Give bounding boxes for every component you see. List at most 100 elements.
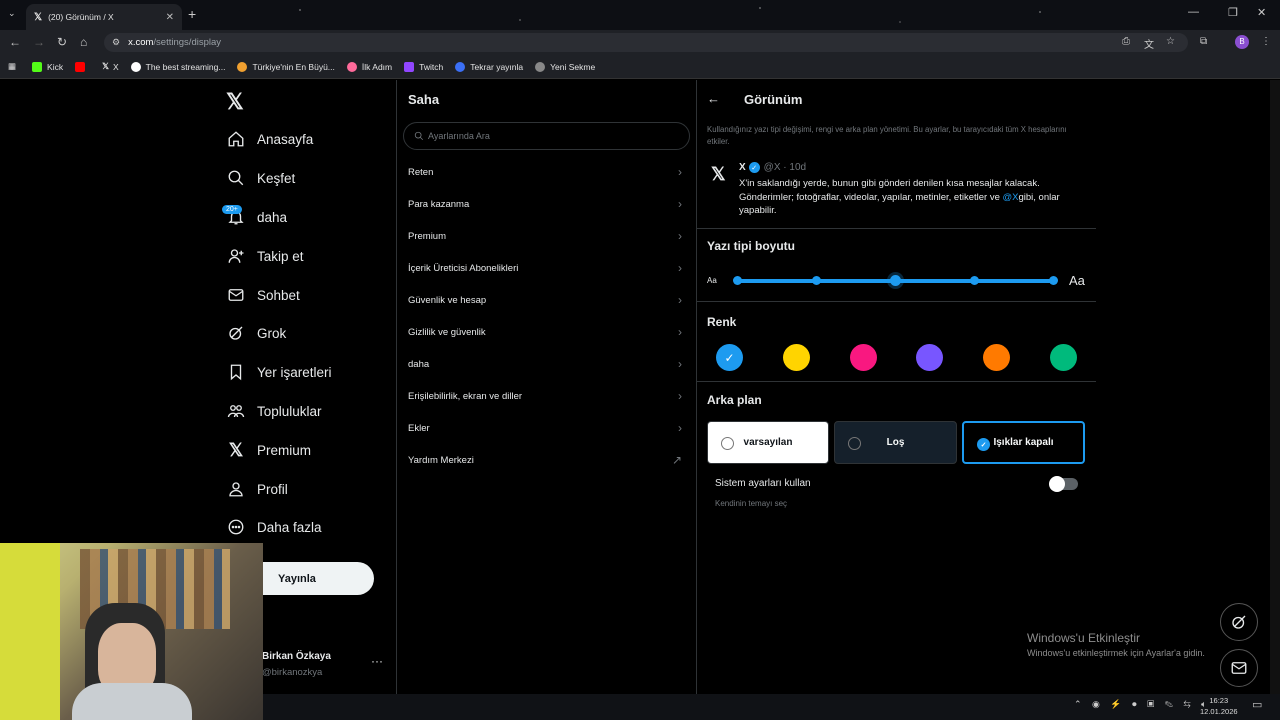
nav-explore[interactable]: Keşfet [226,163,295,193]
chevron-right-icon: › [678,261,682,275]
back-arrow-icon[interactable]: ← [707,91,720,106]
bookmark-item[interactable]: Tekrar yayınla [455,61,523,72]
settings-item[interactable]: Premium › [397,220,696,252]
notification-icon[interactable]: ▭ [1252,698,1262,711]
settings-item[interactable]: Gizlilik ve güvenlik › [397,316,696,348]
nav-label: Topluluklar [257,403,322,419]
nav-home[interactable]: Anasayfa [226,124,313,154]
scrollbar[interactable] [1270,80,1280,694]
color-swatch[interactable] [983,344,1011,371]
toggle-knob [1049,476,1065,492]
system-tray-icons[interactable]: ⌃ ◉ ⚡ ⏺ ▣ ✎ ⇆ 🔈︎ [1074,699,1211,710]
home-button-icon[interactable]: ⌂ [80,35,87,49]
back-icon[interactable]: ← [9,35,21,49]
account-menu-icon[interactable]: ··· [371,654,383,668]
extensions-icon[interactable]: ⧉ [1200,36,1207,47]
apps-grid-icon[interactable]: ▦ [8,61,16,72]
tab-search-chevron-icon[interactable]: ⌄ [8,8,16,19]
verified-icon: ✓ [748,162,760,173]
nav-chat[interactable]: Sohbet [226,280,300,310]
bg-option-dim[interactable]: Loş [834,421,957,464]
youtube-favicon-icon [75,61,86,72]
color-swatch[interactable]: ✓ [716,344,743,371]
nav-label: Grok [257,325,287,341]
maximize-icon[interactable]: ❐ [1228,6,1238,19]
settings-item[interactable]: İçerik Üreticisi Abonelikleri › [397,252,696,284]
settings-item[interactable]: Güvenlik ve hesap › [397,284,696,316]
settings-item[interactable]: Yardım Merkezi ↗ [397,444,696,476]
window-close-icon[interactable]: ✕ [1257,6,1266,19]
font-size-title: Yazı tipi boyutu [707,239,796,253]
bookmark-item[interactable] [75,61,90,72]
nav-follow[interactable]: Takip et [226,241,304,271]
webcam-shelf [0,543,60,720]
bookmark-item[interactable]: 𝕏X [102,61,119,72]
preview-mention-link[interactable]: @X [1003,192,1019,203]
nav-label: daha [257,209,288,225]
browser-tab[interactable]: 𝕏 (20) Görünüm / X ✕ [26,4,182,30]
bookmark-item[interactable]: Kick [32,61,63,72]
nav-label: Daha fazla [257,519,322,535]
tab-close-icon[interactable]: ✕ [166,12,174,23]
taskbar-clock[interactable]: 16:23 12.01.2026 [1200,695,1238,717]
settings-search-input[interactable]: Ayarlarında Ara [403,122,690,150]
nav-communities[interactable]: Topluluklar [226,396,322,426]
account-handle: @birkanozkya [262,667,323,678]
font-small-label: Aa [707,276,717,285]
font-size-step[interactable] [1048,276,1058,285]
x-logo-icon[interactable]: 𝕏 [226,89,244,115]
bookmark-item[interactable]: Twitch [404,61,443,72]
site-info-icon[interactable]: ⚙ [112,37,120,48]
settings-item[interactable]: Para kazanma › [397,188,696,220]
bookmark-item[interactable]: İlk Adım [346,61,392,72]
color-swatch[interactable] [1050,344,1077,371]
url-field[interactable]: ⚙ x.com/settings/display [104,33,1188,52]
settings-item[interactable]: Ekler › [397,412,696,444]
install-app-icon[interactable]: ⎙ [1122,36,1130,47]
nav-grok[interactable]: Grok [226,318,286,348]
chevron-right-icon: › [678,229,682,243]
color-swatch[interactable] [849,344,877,371]
radio-icon [848,437,861,450]
translate-icon[interactable]: 文 [1144,36,1154,51]
bookmark-item[interactable]: Türkiye'nin En Büyü... [237,61,335,72]
system-settings-toggle[interactable] [1049,476,1078,492]
nav-more[interactable]: Daha fazla [226,512,322,542]
account-name[interactable]: Birkan Özkaya [262,651,331,662]
minimize-icon[interactable]: — [1188,6,1199,18]
font-size-step[interactable] [732,276,742,285]
settings-item[interactable]: daha › [397,348,696,380]
profile-avatar[interactable]: B [1235,35,1249,49]
font-size-step-selected[interactable] [889,275,901,286]
activation-watermark-title: Windows'u Etkinleştir [1027,631,1140,645]
browser-menu-icon[interactable]: ⋮ [1261,36,1271,47]
preview-meta: @X · 10d [763,162,807,173]
grok-fab[interactable] [1220,603,1258,641]
bg-option-lights-out[interactable]: ✓ Işıklar kapalı [962,421,1085,464]
settings-item[interactable]: Erişilebilirlik, ekran ve diller › [397,380,696,412]
external-link-icon: ↗ [671,453,682,467]
mail-icon [1231,662,1247,674]
color-swatch[interactable] [782,344,810,371]
page-title: Görünüm [744,92,803,107]
bg-option-default[interactable]: varsayılan [707,421,829,464]
bookmark-item[interactable]: The best streaming... [130,61,225,72]
forward-icon[interactable]: → [33,35,45,49]
browser-tab-bar: ⌄ 𝕏 (20) Görünüm / X ✕ + — ❐ ✕ [0,0,1280,30]
notification-badge: 20+ [222,205,242,214]
font-size-step[interactable] [811,276,821,285]
system-settings-sub: Kendinin temayı seç [715,499,788,508]
nav-bookmarks[interactable]: Yer işaretleri [226,357,332,387]
settings-title: Saha [408,92,440,107]
reload-icon[interactable]: ↻ [57,35,67,49]
site-favicon-icon [346,61,357,72]
font-size-step[interactable] [969,276,979,285]
nav-profile[interactable]: Profil [226,474,288,504]
new-tab-icon[interactable]: + [188,6,196,22]
url-path: /settings/display [153,37,222,48]
messages-fab[interactable] [1220,649,1258,687]
nav-premium[interactable]: 𝕏 Premium [226,435,311,465]
settings-item[interactable]: Reten › [397,156,696,188]
star-icon[interactable]: ☆ [1166,36,1175,47]
bookmark-item[interactable]: Yeni Sekme [535,61,595,72]
